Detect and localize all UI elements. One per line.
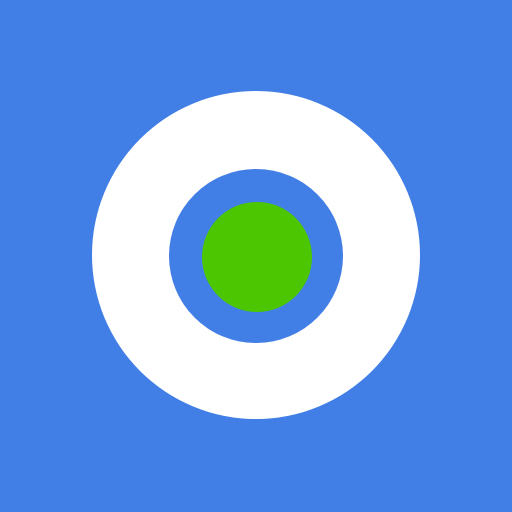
app-icon-canvas	[0, 0, 512, 512]
center-dot	[202, 202, 312, 312]
target-record-icon	[0, 0, 512, 512]
